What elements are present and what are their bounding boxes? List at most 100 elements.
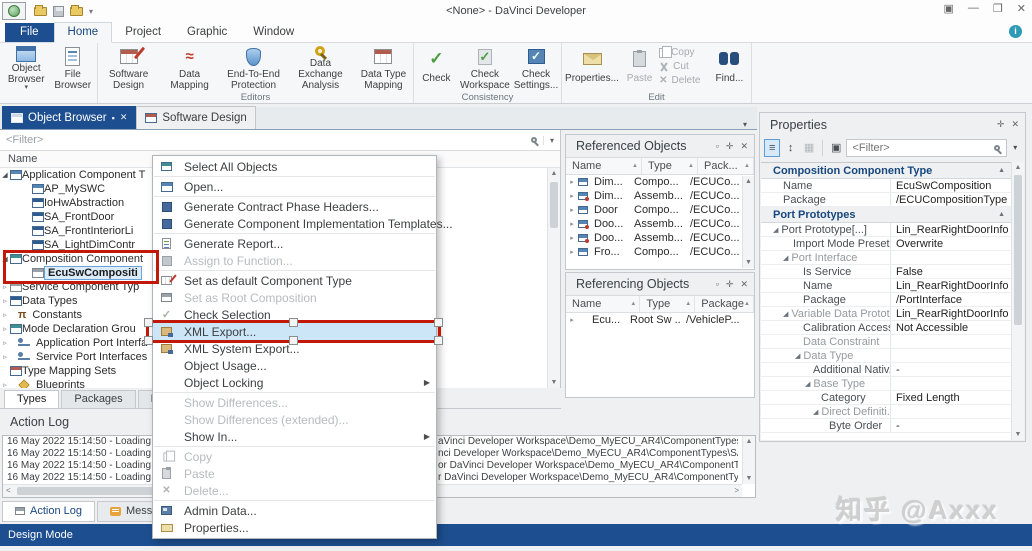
- pin-icon[interactable]: ✛: [726, 141, 734, 152]
- open-workspace-icon[interactable]: [34, 4, 47, 16]
- column-type[interactable]: Type ▲: [642, 158, 698, 174]
- properties-search-icon[interactable]: [994, 144, 1001, 151]
- sort-alphabetical-button[interactable]: ↕: [782, 139, 798, 157]
- open-recent-icon[interactable]: [70, 4, 83, 16]
- menu-item-properties[interactable]: Properties...: [153, 519, 436, 536]
- close-button[interactable]: ✕: [1017, 2, 1026, 15]
- properties-button[interactable]: Properties...: [564, 44, 620, 91]
- object-browser-button[interactable]: Object Browser ▾: [2, 44, 50, 91]
- categorized-view-button[interactable]: ≡: [764, 138, 781, 157]
- menu-item-object-usage[interactable]: Object Usage...: [153, 357, 436, 374]
- properties-filter-dropdown-icon[interactable]: ▾: [1009, 139, 1021, 157]
- menu-item-check-selection[interactable]: ✓ Check Selection: [153, 306, 436, 323]
- menu-item-admin-data[interactable]: Admin Data...: [153, 502, 436, 519]
- column-package[interactable]: Package ▲: [695, 296, 754, 312]
- referenced-objects-scrollbar[interactable]: ▲ ▼: [742, 176, 754, 268]
- end-to-end-protection-button[interactable]: End-To-End Protection: [222, 44, 285, 91]
- tree-vertical-scrollbar[interactable]: ▲ ▼: [547, 168, 560, 388]
- menu-item-delete[interactable]: ✕ Delete...: [153, 482, 436, 499]
- data-exchange-analysis-button[interactable]: Data Exchange Analysis: [285, 44, 356, 91]
- tab-graphic[interactable]: Graphic: [174, 23, 240, 42]
- properties-scrollbar[interactable]: ▲ ▼: [1011, 162, 1024, 440]
- close-icon[interactable]: ✕: [740, 279, 748, 290]
- property-row[interactable]: ◢ Direct Definiti...: [761, 405, 1011, 419]
- column-package[interactable]: Pack... ▲: [698, 158, 754, 174]
- menu-item-set-as-root-composition[interactable]: Set as Root Composition: [153, 289, 436, 306]
- property-row[interactable]: Name Lin_RearRightDoorInfo: [761, 279, 1011, 293]
- cut-button[interactable]: Cut: [659, 61, 710, 72]
- property-row[interactable]: Is Service False: [761, 265, 1011, 279]
- menu-item-copy[interactable]: Copy: [153, 448, 436, 465]
- menu-item-open[interactable]: Open...: [153, 178, 436, 195]
- data-type-mapping-button[interactable]: Data Type Mapping: [356, 44, 411, 91]
- section-header[interactable]: Composition Component Type ▲: [761, 163, 1011, 179]
- tab-packages[interactable]: Packages: [61, 390, 136, 408]
- tree-filter-input[interactable]: [0, 130, 531, 150]
- tab-software-design[interactable]: Software Design: [136, 106, 256, 129]
- float-icon[interactable]: ▫: [716, 279, 719, 290]
- property-row[interactable]: Calibration Access Not Accessible: [761, 321, 1011, 335]
- filter-search-icon[interactable]: [530, 137, 537, 143]
- property-row[interactable]: Data Constraint: [761, 335, 1011, 349]
- quick-access-dropdown-icon[interactable]: ▾: [89, 7, 93, 16]
- paste-button[interactable]: Paste: [620, 44, 659, 91]
- menu-item-set-as-default-component-type[interactable]: Set as default Component Type: [153, 272, 436, 289]
- save-icon[interactable]: [53, 5, 64, 17]
- minimize-button[interactable]: —: [968, 2, 979, 15]
- menu-item-xml-system-export[interactable]: XML System Export...: [153, 340, 436, 357]
- grid-view-button[interactable]: ▦: [801, 139, 817, 157]
- menu-item-select-all-objects[interactable]: Select All Objects: [153, 158, 436, 175]
- table-row[interactable]: ▸ Dim... Compo.../ECUCo...: [566, 175, 742, 189]
- property-row[interactable]: Package/PortInterface: [761, 293, 1011, 307]
- column-type[interactable]: Type ▲: [640, 296, 696, 312]
- check-settings-button[interactable]: ✓ Check Settings...: [513, 44, 559, 91]
- float-icon[interactable]: ▫: [716, 141, 719, 152]
- property-row[interactable]: Import Mode Preset Overwrite: [761, 237, 1011, 251]
- file-browser-button[interactable]: File Browser: [50, 44, 95, 91]
- property-row[interactable]: ◢ Data Type: [761, 349, 1011, 363]
- tab-file[interactable]: File: [5, 23, 54, 42]
- property-row[interactable]: Byte Order -: [761, 419, 1011, 433]
- tab-home[interactable]: Home: [53, 22, 113, 43]
- menu-item-object-locking[interactable]: Object Locking ▶: [153, 374, 436, 391]
- check-button[interactable]: ✓ Check: [416, 44, 457, 91]
- menu-item-paste[interactable]: Paste: [153, 465, 436, 482]
- menu-item-generate-component-implementation-templates[interactable]: Generate Component Implementation Templa…: [153, 215, 453, 232]
- pin-icon[interactable]: ▪: [112, 113, 115, 123]
- menu-item-show-differences-extended[interactable]: Show Differences (extended)...: [153, 411, 436, 428]
- properties-filter-input[interactable]: [847, 141, 995, 154]
- pin-icon[interactable]: ✛: [997, 119, 1005, 130]
- table-row[interactable]: ▸ Fro... Compo.../ECUCo...: [566, 245, 742, 259]
- pin-icon[interactable]: ✛: [726, 279, 734, 290]
- property-row[interactable]: Name EcuSwComposition: [761, 179, 1011, 193]
- menu-item-xml-export[interactable]: XML Export...: [144, 318, 443, 345]
- filter-dropdown-icon[interactable]: ▾: [542, 135, 560, 145]
- column-name[interactable]: Name ▲: [566, 158, 642, 174]
- table-row[interactable]: ▸ Ecu... Root Sw .../VehicleP...: [566, 313, 754, 327]
- tab-list-dropdown-icon[interactable]: ▾: [743, 120, 747, 129]
- property-row[interactable]: Additional Nativ... -: [761, 363, 1011, 377]
- table-row[interactable]: ▸ Door Compo.../ECUCo...: [566, 203, 742, 217]
- tab-window[interactable]: Window: [240, 23, 307, 42]
- property-row[interactable]: ◢ Base Type: [761, 377, 1011, 391]
- copy-button[interactable]: Copy: [659, 45, 710, 58]
- menu-item-assign-to-function[interactable]: Assign to Function...: [153, 252, 436, 269]
- close-icon[interactable]: ✕: [1011, 119, 1019, 130]
- close-tab-icon[interactable]: ✕: [120, 112, 128, 123]
- table-row[interactable]: ▸ Doo... Assemb.../ECUCo...: [566, 217, 742, 231]
- tab-action-log[interactable]: Action Log: [2, 501, 95, 522]
- menu-item-generate-report[interactable]: Generate Report...: [153, 235, 436, 252]
- property-row[interactable]: ◢ Port Prototype[...] Lin_RearRightDoorInf…: [761, 223, 1011, 237]
- menu-item-show-in[interactable]: Show In... ▶: [153, 428, 436, 445]
- check-workspace-button[interactable]: ✓ Check Workspace: [457, 44, 513, 91]
- find-button[interactable]: Find...: [710, 44, 749, 91]
- data-mapping-button[interactable]: ≈ Data Mapping: [157, 44, 222, 92]
- help-icon[interactable]: i: [1009, 25, 1022, 38]
- property-row[interactable]: Category Fixed Length: [761, 391, 1011, 405]
- tab-project[interactable]: Project: [112, 23, 174, 42]
- log-vertical-scrollbar[interactable]: ▲ ▼: [742, 436, 755, 484]
- software-design-button[interactable]: Software Design: [100, 44, 157, 91]
- tab-types[interactable]: Types: [4, 390, 60, 408]
- table-row[interactable]: ▸ Doo... Assemb.../ECUCo...: [566, 231, 742, 245]
- restore-button[interactable]: ❐: [993, 2, 1003, 15]
